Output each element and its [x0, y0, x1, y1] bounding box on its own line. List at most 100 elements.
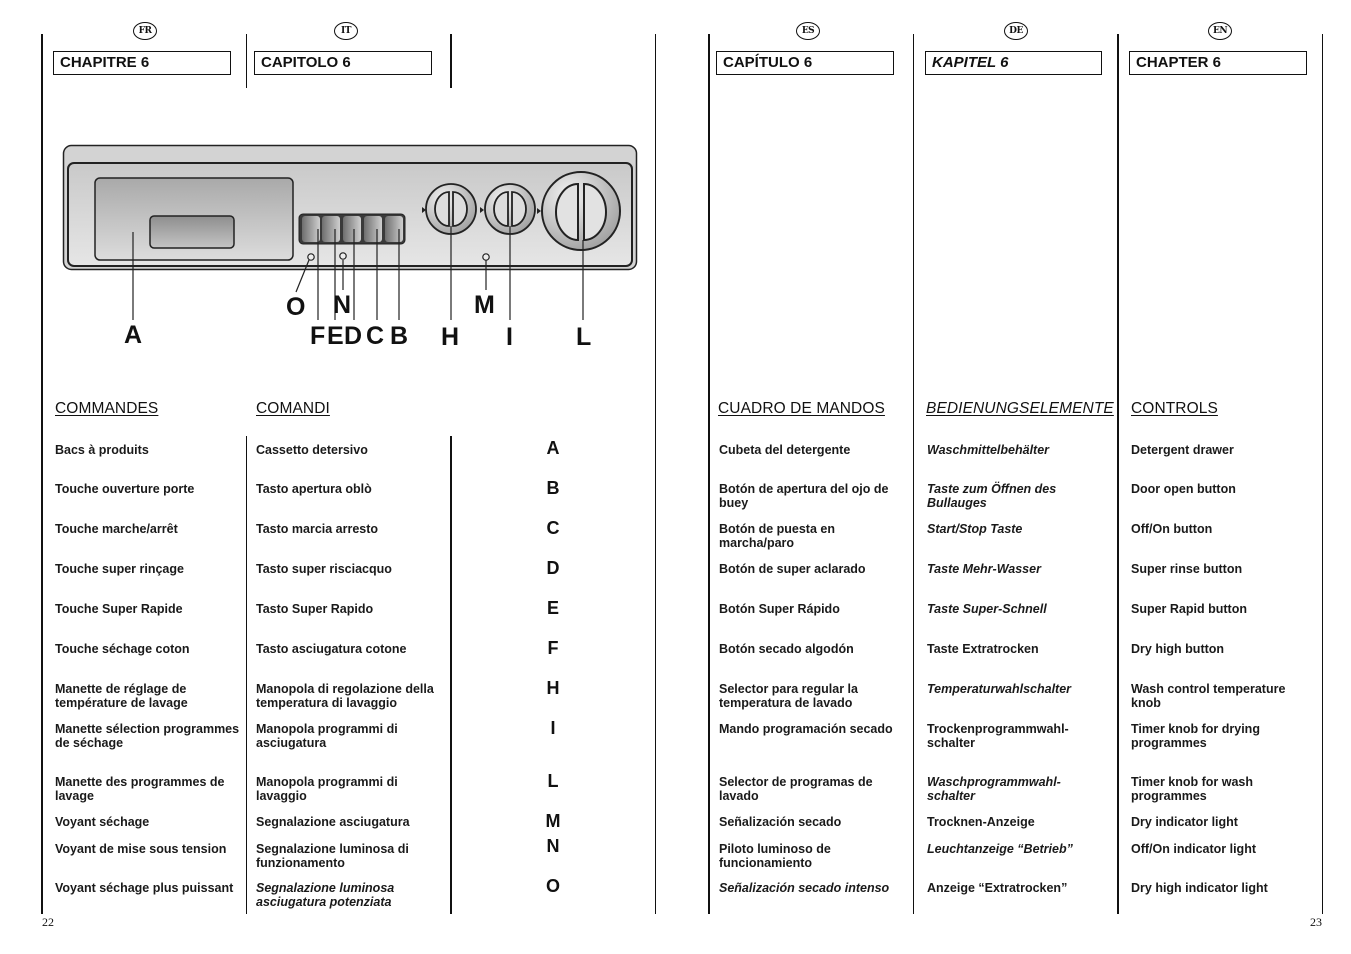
rule-it-right-list — [450, 436, 452, 914]
page-number-right: 23 — [1310, 915, 1322, 929]
list-item-it-n: Segnalazione luminosa di funzionamento — [256, 842, 409, 870]
list-item-es-e: Botón Super Rápido — [719, 602, 840, 616]
list-item-de-m: Trocknen-Anzeige — [927, 815, 1035, 829]
page-number-left: 22 — [42, 915, 54, 929]
diagram-label-i: I — [506, 323, 513, 351]
code-letter-f: F — [547, 638, 559, 658]
list-item-fr-e: Touche Super Rapide — [55, 602, 183, 616]
list-item-de-e: Taste Super-Schnell — [927, 602, 1047, 616]
indicator-o — [307, 253, 315, 261]
list-item-fr-f: Touche séchage coton — [55, 642, 190, 656]
code-letter-h: H — [546, 678, 560, 698]
code-letter-l: L — [547, 771, 559, 791]
list-item-es-c: Botón de puesta en marcha/paro — [719, 522, 835, 550]
code-letter-o: O — [545, 876, 560, 896]
list-item-fr-o: Voyant séchage plus puissant — [55, 881, 234, 895]
list-item-fr-b: Touche ouverture porte — [55, 482, 195, 496]
list-item-es-n: Piloto luminoso de funcionamiento — [719, 842, 831, 870]
diagram-label-o: O — [286, 293, 306, 321]
chapter-title-en: CHAPTER 6 — [1129, 51, 1307, 75]
chapter-title-de: KAPITEL 6 — [925, 51, 1102, 75]
list-item-en-d: Super rinse button — [1131, 562, 1243, 576]
list-item-de-n: Leuchtanzeige “Betrieb” — [927, 842, 1073, 856]
rule-de-en — [1117, 34, 1119, 914]
list-item-es-i: Mando programación secado — [719, 722, 893, 736]
diagram-label-n: N — [333, 291, 352, 319]
rule-es-left — [708, 34, 710, 914]
button-b — [385, 216, 403, 242]
list-item-it-d: Tasto super risciacquo — [256, 562, 392, 576]
list-item-es-b: Botón de apertura del ojo de buey — [719, 482, 889, 510]
list-item-en-i: Timer knob for drying programmes — [1131, 722, 1260, 750]
list-item-de-d: Taste Mehr-Wasser — [927, 562, 1041, 576]
code-letter-m: M — [545, 811, 561, 831]
list-item-en-e: Super Rapid button — [1131, 602, 1247, 616]
rule-right-outer — [1322, 34, 1323, 914]
list-item-it-c: Tasto marcia arresto — [256, 522, 379, 536]
lang-badge-de: DE — [1004, 22, 1028, 40]
code-letter-i: I — [550, 718, 556, 738]
list-item-en-b: Door open button — [1131, 482, 1236, 496]
list-item-en-a: Detergent drawer — [1131, 443, 1234, 457]
section-heading-it: COMANDI — [256, 400, 330, 417]
diagram-label-f: F — [310, 322, 326, 350]
list-item-it-h: Manopola di regolazione della temperatur… — [256, 682, 434, 710]
list-item-it-i: Manopola programmi di asciugatura — [256, 722, 398, 750]
list-item-en-h: Wash control temperature knob — [1131, 682, 1286, 710]
button-f — [302, 216, 320, 242]
list-item-de-b: Taste zum Öffnen des Bullauges — [927, 482, 1057, 510]
code-letter-b: B — [546, 478, 560, 498]
list-item-de-f: Taste Extratrocken — [927, 642, 1039, 656]
list-item-de-c: Start/Stop Taste — [927, 522, 1023, 536]
list-item-en-f: Dry high button — [1131, 642, 1225, 656]
list-item-de-h: Temperaturwahlschalter — [927, 682, 1072, 696]
list-item-fr-l: Manette des programmes de lavage — [55, 775, 225, 803]
list-item-es-d: Botón de super aclarado — [719, 562, 866, 576]
diagram-label-l: L — [576, 323, 592, 351]
list-item-fr-n: Voyant de mise sous tension — [55, 842, 227, 856]
list-item-es-o: Señalización secado intenso — [719, 881, 890, 895]
control-panel-diagram — [62, 144, 638, 320]
diagram-label-b: B — [390, 322, 409, 350]
button-c — [364, 216, 382, 242]
diagram-label-c: C — [366, 322, 385, 350]
button-e — [322, 216, 340, 242]
diagram-label-a: A — [124, 321, 143, 349]
list-item-en-n: Off/On indicator light — [1131, 842, 1256, 856]
rule-fr-it-list — [246, 436, 247, 914]
list-item-it-l: Manopola programmi di lavaggio — [256, 775, 398, 803]
list-item-it-b: Tasto apertura oblò — [256, 482, 372, 496]
list-item-en-m: Dry indicator light — [1131, 815, 1238, 829]
list-item-fr-m: Voyant séchage — [55, 815, 150, 829]
list-item-fr-a: Bacs à produits — [55, 443, 149, 457]
code-letter-c: C — [546, 518, 560, 538]
list-item-it-e: Tasto Super Rapido — [256, 602, 374, 616]
list-item-it-o: Segnalazione luminosa asciugatura potenz… — [256, 881, 395, 909]
list-item-fr-d: Touche super rinçage — [55, 562, 184, 576]
list-item-en-c: Off/On button — [1131, 522, 1213, 536]
list-item-de-o: Anzeige “Extratrocken” — [927, 881, 1068, 895]
code-letter-a: A — [546, 438, 560, 458]
list-item-fr-i: Manette sélection programmes de séchage — [55, 722, 240, 750]
list-item-en-o: Dry high indicator light — [1131, 881, 1268, 895]
list-item-en-l: Timer knob for wash programmes — [1131, 775, 1254, 803]
list-item-es-h: Selector para regular la temperatura de … — [719, 682, 858, 710]
list-item-de-l: Waschprogrammwahl-schalter — [927, 775, 1061, 803]
chapter-title-es: CAPÍTULO 6 — [716, 51, 894, 75]
lang-badge-en: EN — [1208, 22, 1232, 40]
list-item-de-a: Waschmittelbehälter — [927, 443, 1050, 457]
list-item-de-i: Trockenprogrammwahl-schalter — [927, 722, 1069, 750]
list-item-it-a: Cassetto detersivo — [256, 443, 368, 457]
list-item-es-l: Selector de programas de lavado — [719, 775, 873, 803]
rule-es-de — [913, 34, 914, 914]
diagram-label-d: D — [344, 322, 363, 350]
list-item-it-m: Segnalazione asciugatura — [256, 815, 410, 829]
section-heading-fr: COMMANDES — [55, 400, 159, 417]
diagram-label-e: E — [327, 322, 344, 350]
button-d — [343, 216, 361, 242]
section-heading-es: CUADRO DE MANDOS — [718, 400, 885, 417]
list-item-es-a: Cubeta del detergente — [719, 443, 851, 457]
list-item-fr-c: Touche marche/arrêt — [55, 522, 178, 536]
list-item-es-f: Botón secado algodón — [719, 642, 854, 656]
section-heading-de: BEDIENUNGSELEMENTE — [926, 400, 1114, 417]
